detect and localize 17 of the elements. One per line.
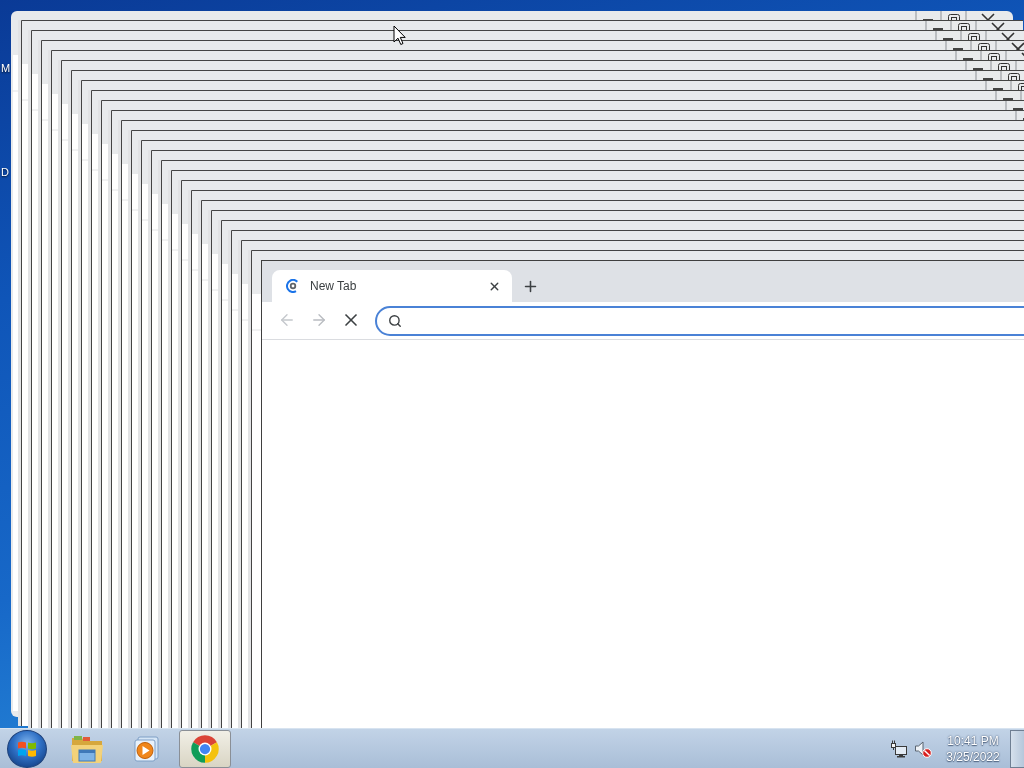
desktop-icon-label: M xyxy=(1,61,11,75)
taskbar-app-button[interactable] xyxy=(179,729,231,768)
start-button[interactable] xyxy=(7,729,47,768)
browser-tab[interactable]: New Tab xyxy=(272,270,512,302)
network-icon xyxy=(890,739,908,758)
windows-logo-icon xyxy=(17,739,37,758)
arrow-right-icon xyxy=(310,311,328,329)
clock-date: 3/25/2022 xyxy=(946,748,1000,765)
folder-icon xyxy=(70,733,104,764)
address-bar[interactable] xyxy=(375,306,1024,336)
cursor-icon xyxy=(393,25,406,46)
desktop-icon-label: D xyxy=(1,165,9,179)
show-desktop-button[interactable] xyxy=(1010,729,1024,768)
search-icon xyxy=(388,314,402,328)
clock-time: 10:41 PM xyxy=(947,732,999,749)
browser-logo-icon xyxy=(190,733,220,764)
play-icon xyxy=(132,734,160,763)
